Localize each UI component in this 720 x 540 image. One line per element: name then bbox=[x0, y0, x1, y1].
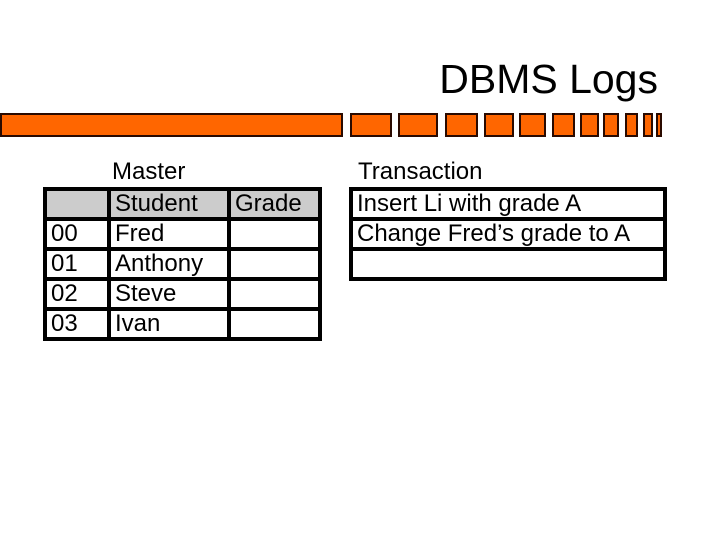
transaction-label: Transaction bbox=[358, 158, 483, 185]
bar-segment bbox=[398, 113, 438, 137]
table-row: Change Fred’s grade to A bbox=[349, 217, 667, 251]
bar-segment bbox=[350, 113, 392, 137]
table-row: 00 Fred bbox=[43, 217, 322, 251]
row-grade bbox=[227, 307, 322, 341]
table-row: 03 Ivan bbox=[43, 307, 322, 341]
bar-segment bbox=[552, 113, 575, 137]
row-student: Anthony bbox=[107, 247, 231, 281]
bar-segment bbox=[445, 113, 478, 137]
row-grade bbox=[227, 217, 322, 251]
slide-title: DBMS Logs bbox=[439, 56, 658, 102]
master-table: Student Grade 00 Fred 01 Anthony 02 Stev… bbox=[43, 187, 322, 341]
bar-segment bbox=[643, 113, 653, 137]
master-header-grade: Grade bbox=[227, 187, 322, 221]
bar-segment bbox=[656, 113, 662, 137]
master-header-row: Student Grade bbox=[43, 187, 322, 221]
bar-segment bbox=[519, 113, 546, 137]
bar-segment bbox=[484, 113, 514, 137]
master-label: Master bbox=[112, 158, 186, 185]
table-row: 02 Steve bbox=[43, 277, 322, 311]
row-student: Fred bbox=[107, 217, 231, 251]
row-id: 02 bbox=[43, 277, 111, 311]
transaction-table: Insert Li with grade A Change Fred’s gra… bbox=[349, 187, 667, 281]
row-id: 03 bbox=[43, 307, 111, 341]
row-id: 01 bbox=[43, 247, 111, 281]
bar-segment bbox=[580, 113, 599, 137]
row-grade bbox=[227, 277, 322, 311]
bar-segment bbox=[625, 113, 638, 137]
row-student: Steve bbox=[107, 277, 231, 311]
table-row: 01 Anthony bbox=[43, 247, 322, 281]
row-id: 00 bbox=[43, 217, 111, 251]
bar-segment bbox=[0, 113, 343, 137]
table-row bbox=[349, 247, 667, 281]
master-header-student: Student bbox=[107, 187, 231, 221]
row-grade bbox=[227, 247, 322, 281]
transaction-entry: Insert Li with grade A bbox=[349, 187, 667, 221]
transaction-entry: Change Fred’s grade to A bbox=[349, 217, 667, 251]
master-header-id bbox=[43, 187, 111, 221]
row-student: Ivan bbox=[107, 307, 231, 341]
bar-segment bbox=[603, 113, 619, 137]
table-row: Insert Li with grade A bbox=[349, 187, 667, 221]
transaction-entry bbox=[349, 247, 667, 281]
